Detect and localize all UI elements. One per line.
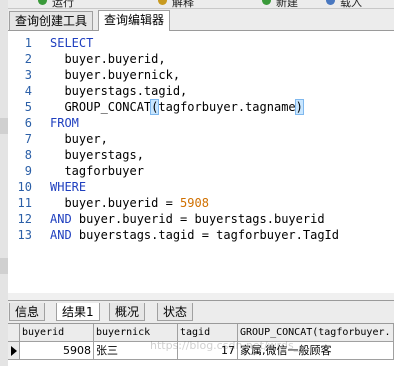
tab-query-builder[interactable]: 查询创建工具 [9,11,94,30]
code-text[interactable]: buyer.buyerid = 5908 [50,195,209,211]
tab-status[interactable]: 状态 [157,303,194,321]
panel-notch [0,118,8,134]
sql-token: buyer.buyerid = [50,196,181,210]
tab-result1[interactable]: 结果1 [56,303,100,321]
tab-info[interactable]: 信息 [9,303,46,321]
row-selector-header[interactable] [8,324,20,342]
code-text[interactable]: buyerstags, [50,147,144,163]
line-number: 11 [17,196,32,210]
sql-keyword: AND [50,228,72,242]
column-header[interactable]: buyerid [20,324,94,342]
table-row[interactable]: 5908 张三 17 家属,微信一般顾客 [8,342,394,360]
sql-editor[interactable]: 1 SELECT 2 buyer.buyerid, 3 buyer.buyernick… [8,31,394,293]
line-number: 8 [24,148,32,162]
sql-token: buyer.buyerid = buyerstags.buyerid [71,212,325,226]
table-cell[interactable]: 家属,微信一般顾客 [238,342,394,360]
line-number: 2 [24,52,32,66]
explain-icon[interactable] [158,0,167,5]
grid-header-row: buyerid buyernick tagid GROUP_CONCAT(tag… [8,324,394,342]
code-text[interactable]: AND buyer.buyerid = buyerstags.buyerid [50,211,325,227]
line-number: 4 [24,84,32,98]
left-panel-edge [0,0,8,366]
line-number: 9 [24,164,32,178]
sql-token: buyer.buyernick, [50,68,181,82]
line-number: 5 [24,100,32,114]
sql-token: buyerstags.tagid = tagforbuyer.TagId [71,228,339,242]
load-icon[interactable] [326,0,335,5]
code-text[interactable]: buyer.buyernick, [50,67,180,83]
code-line[interactable]: 7 buyer, [8,131,394,147]
code-text[interactable]: buyerstags.tagid, [50,83,187,99]
line-number: 7 [24,132,32,146]
code-text[interactable]: SELECT [50,35,93,51]
code-line[interactable]: 8 buyerstags, [8,147,394,163]
code-text[interactable]: WHERE [50,179,86,195]
code-line[interactable]: 6 FROM [8,115,394,131]
sql-token: tagforbuyer.tagname [158,100,296,114]
editor-tab-bar: 查询创建工具 查询编辑器 [8,9,394,31]
line-number: 3 [24,68,32,82]
sql-keyword: FROM [50,116,79,130]
sql-token: buyerstags, [50,148,144,162]
code-text[interactable]: FROM [50,115,79,131]
row-selector[interactable] [8,342,20,360]
code-text[interactable]: buyer, [50,131,108,147]
sql-keyword: WHERE [50,180,87,194]
sql-token: buyer, [50,132,108,146]
code-text[interactable]: GROUP_CONCAT(tagforbuyer.tagname) [50,99,304,115]
toolbar: 运行 解释 新建 载入 [8,0,394,9]
run-icon[interactable] [38,0,47,5]
new-icon[interactable] [262,0,271,5]
explain-button[interactable]: 解释 [172,0,194,8]
code-text[interactable]: AND buyerstags.tagid = tagforbuyer.TagId [50,227,339,243]
code-line[interactable]: 3 buyer.buyernick, [8,67,394,83]
table-cell[interactable]: 17 [178,342,238,360]
code-line[interactable]: 12 AND buyer.buyerid = buyerstags.buyerid [8,211,394,227]
line-number: 6 [24,116,32,130]
line-number: 1 [24,36,32,50]
code-line[interactable]: 11 buyer.buyerid = 5908 [8,195,394,211]
current-row-arrow-icon [11,346,17,356]
code-line[interactable]: 13 AND buyerstags.tagid = tagforbuyer.Tag… [8,227,394,243]
sql-token: buyerstags.tagid, [50,84,188,98]
code-line[interactable]: 10 WHERE [8,179,394,195]
code-line[interactable]: 5 GROUP_CONCAT(tagforbuyer.tagname) [8,99,394,115]
table-cell[interactable]: 5908 [20,342,94,360]
sql-token: GROUP_CONCAT [50,100,152,114]
new-button[interactable]: 新建 [276,0,298,8]
column-header[interactable]: tagid [178,324,238,342]
run-button[interactable]: 运行 [52,0,74,8]
result-tab-bar: 信息 结果1 概况 状态 [8,300,394,324]
sql-keyword: AND [50,212,72,226]
line-number: 10 [17,180,32,194]
text-caret [302,100,304,113]
code-text[interactable]: buyer.buyerid, [50,51,166,67]
code-text[interactable]: tagforbuyer [50,163,144,179]
panel-notch [0,258,8,274]
line-number: 12 [17,212,32,226]
table-cell[interactable]: 张三 [94,342,178,360]
code-line[interactable]: 9 tagforbuyer [8,163,394,179]
code-line[interactable]: 2 buyer.buyerid, [8,51,394,67]
sql-token: buyer.buyerid, [50,52,166,66]
code-line[interactable]: 4 buyerstags.tagid, [8,83,394,99]
load-button[interactable]: 载入 [340,0,362,8]
tab-query-editor[interactable]: 查询编辑器 [98,10,171,31]
column-header[interactable]: buyernick [94,324,178,342]
result-grid[interactable]: buyerid buyernick tagid GROUP_CONCAT(tag… [8,324,394,366]
column-header[interactable]: GROUP_CONCAT(tagforbuyer. [238,324,394,342]
matched-bracket: ) [294,99,304,115]
sql-token: tagforbuyer [50,164,144,178]
sql-keyword: SELECT [50,36,94,50]
line-number: 13 [17,228,32,242]
sql-number: 5908 [180,196,209,210]
tab-profile[interactable]: 概况 [109,303,146,321]
code-line[interactable]: 1 SELECT [8,35,394,51]
